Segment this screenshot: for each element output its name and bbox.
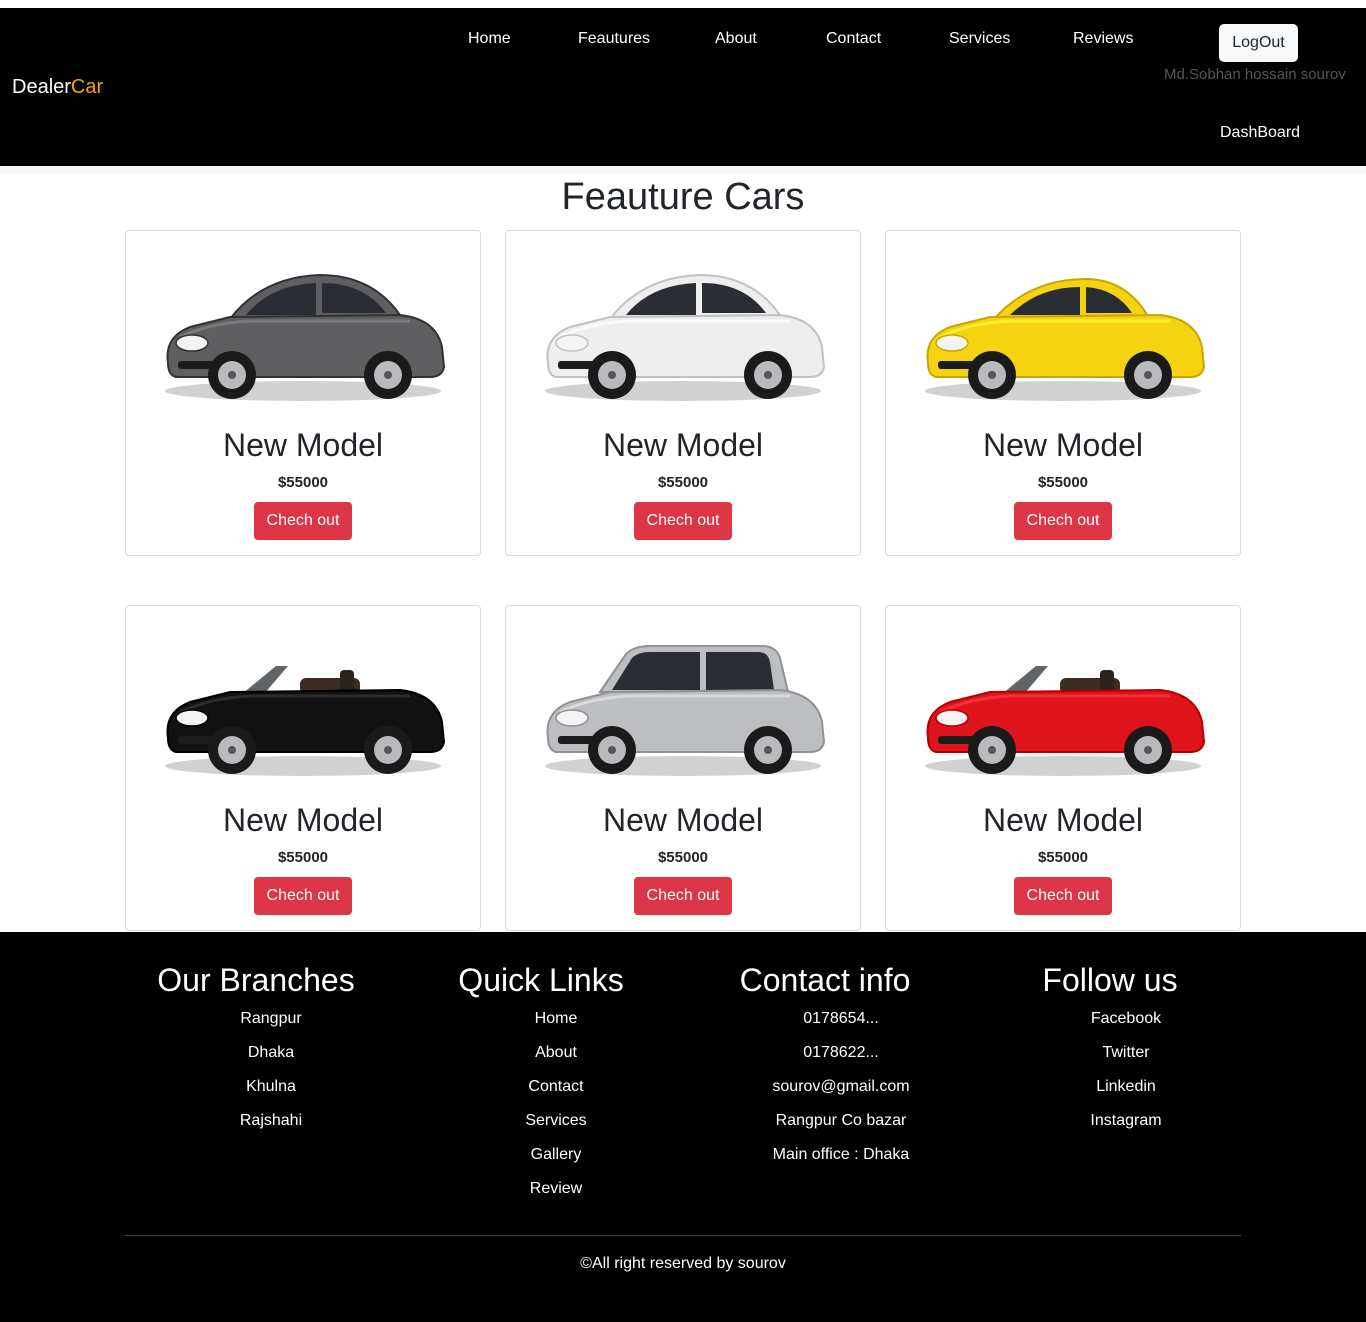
car-card: New Model $55000 Chech out <box>885 230 1241 556</box>
footer-follow-title: Follow us <box>1042 962 1178 998</box>
brand-text: Dealer <box>12 76 71 98</box>
navbar: DealerCar Home Feautures About Contact S… <box>0 8 1366 166</box>
car-image <box>545 645 826 776</box>
footer-divider <box>125 1235 1241 1236</box>
branch-item[interactable]: Khulna <box>160 1077 382 1111</box>
checkout-button[interactable]: Chech out <box>254 877 352 915</box>
card-price: $55000 <box>277 849 329 866</box>
nav-link-contact[interactable]: Contact <box>826 30 881 48</box>
card-title: New Model <box>982 427 1144 463</box>
social-link-facebook[interactable]: Facebook <box>1042 1009 1210 1043</box>
footer-quick-links-title: Quick Links <box>458 962 624 998</box>
contact-main-office: Main office : Dhaka <box>772 1146 910 1163</box>
car-image <box>165 666 446 776</box>
footer-follow: Follow us Facebook Twitter Linkedin Inst… <box>1010 962 1210 1145</box>
brand-logo[interactable]: DealerCar <box>12 76 103 99</box>
car-card: New Model $55000 Chech out <box>505 230 861 556</box>
card-title: New Model <box>222 427 384 463</box>
branch-item[interactable]: Rajshahi <box>160 1111 382 1145</box>
footer-quick-links: Quick Links Home About Contact Services … <box>430 962 652 1213</box>
checkout-button[interactable]: Chech out <box>1014 877 1112 915</box>
car-card: New Model $55000 Chech out <box>505 605 861 931</box>
quick-link-item[interactable]: Review <box>460 1179 652 1213</box>
logout-button[interactable]: LogOut <box>1219 24 1298 62</box>
checkout-button[interactable]: Chech out <box>254 502 352 540</box>
car-card: New Model $55000 Chech out <box>125 605 481 931</box>
card-title: New Model <box>602 427 764 463</box>
car-card: New Model $55000 Chech out <box>125 230 481 556</box>
checkout-button[interactable]: Chech out <box>1014 502 1112 540</box>
contact-phone-1: 0178654... <box>803 1010 879 1027</box>
car-image <box>545 273 826 401</box>
user-name: Md.Sobhan hossain sourov <box>1164 66 1346 83</box>
quick-link-item[interactable]: Services <box>460 1111 652 1145</box>
copyright-text: ©All right reserved by sourov <box>580 1255 786 1272</box>
card-price: $55000 <box>1037 849 1089 866</box>
card-price: $55000 <box>657 474 709 491</box>
footer-branches: Our Branches Rangpur Dhaka Khulna Rajsha… <box>130 962 382 1145</box>
card-title: New Model <box>602 802 764 838</box>
brand-accent-text: Car <box>70 76 104 98</box>
footer-contact: Contact info 0178654... 0178622... souro… <box>710 962 940 1179</box>
quick-link-item[interactable]: About <box>460 1043 652 1077</box>
card-title: New Model <box>982 802 1144 838</box>
social-link-instagram[interactable]: Instagram <box>1042 1111 1210 1145</box>
nav-link-reviews[interactable]: Reviews <box>1073 30 1133 48</box>
nav-link-services[interactable]: Services <box>949 30 1010 48</box>
nav-link-about[interactable]: About <box>715 30 757 48</box>
quick-link-item[interactable]: Contact <box>460 1077 652 1111</box>
social-link-linkedin[interactable]: Linkedin <box>1042 1077 1210 1111</box>
footer-contact-title: Contact info <box>739 962 911 998</box>
page-title: Feauture Cars <box>561 176 805 218</box>
top-strip <box>0 0 1366 8</box>
footer: Our Branches Rangpur Dhaka Khulna Rajsha… <box>0 932 1366 1322</box>
dashboard-link[interactable]: DashBoard <box>1220 124 1300 142</box>
checkout-button[interactable]: Chech out <box>634 502 732 540</box>
social-link-twitter[interactable]: Twitter <box>1042 1043 1210 1077</box>
footer-branches-title: Our Branches <box>157 962 355 998</box>
card-price: $55000 <box>277 474 329 491</box>
car-image <box>925 666 1206 776</box>
nav-link-features[interactable]: Feautures <box>578 30 650 48</box>
car-image <box>925 277 1206 401</box>
contact-email[interactable]: sourov@gmail.com <box>742 1077 940 1111</box>
quick-link-item[interactable]: Gallery <box>460 1145 652 1179</box>
car-image <box>165 273 446 401</box>
quick-link-item[interactable]: Home <box>460 1009 652 1043</box>
navbar-divider <box>0 166 1366 174</box>
checkout-button[interactable]: Chech out <box>634 877 732 915</box>
nav-link-home[interactable]: Home <box>468 30 511 48</box>
branch-item[interactable]: Dhaka <box>160 1043 382 1077</box>
card-price: $55000 <box>657 849 709 866</box>
card-price: $55000 <box>1037 474 1089 491</box>
contact-phone-2: 0178622... <box>803 1044 879 1061</box>
contact-address: Rangpur Co bazar <box>775 1112 907 1129</box>
card-title: New Model <box>222 802 384 838</box>
branch-item[interactable]: Rangpur <box>160 1009 382 1043</box>
car-card: New Model $55000 Chech out <box>885 605 1241 931</box>
